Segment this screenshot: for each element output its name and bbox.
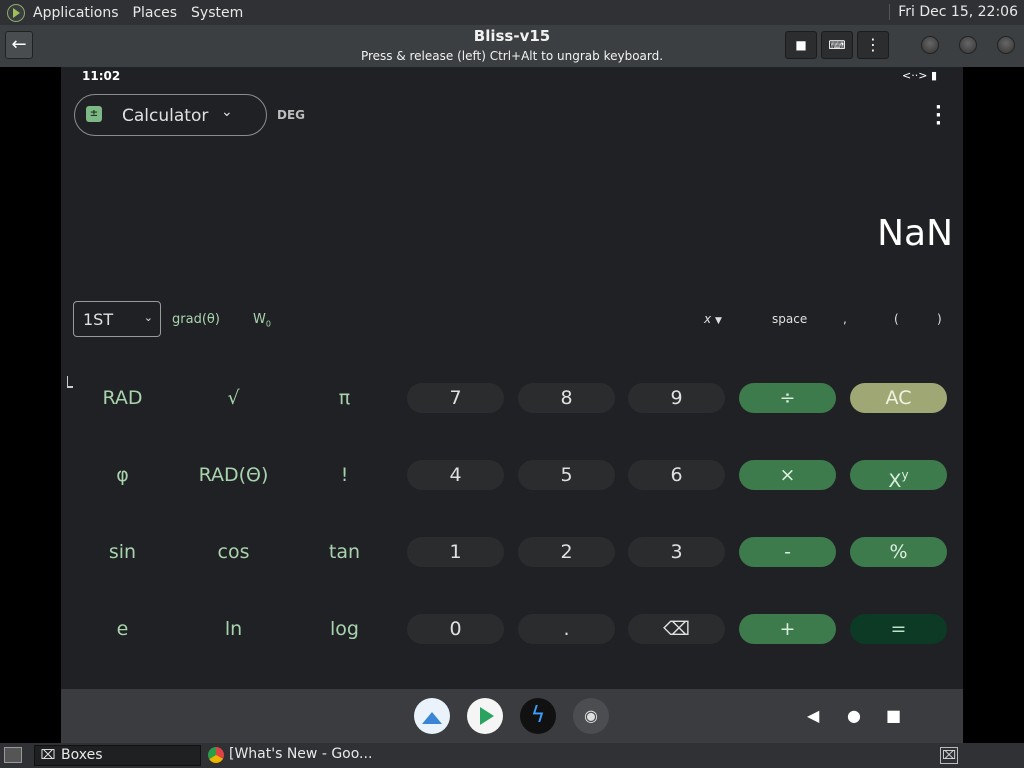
- open-paren-button[interactable]: (: [894, 312, 899, 326]
- power-exponent: y: [901, 468, 909, 482]
- minimize-button[interactable]: [921, 36, 939, 54]
- key-4[interactable]: 4: [407, 460, 504, 490]
- plus-key[interactable]: +: [739, 614, 836, 644]
- calculator-icon: ±: [86, 106, 102, 122]
- key-3[interactable]: 3: [628, 537, 725, 567]
- key-1[interactable]: 1: [407, 537, 504, 567]
- grad-function-button[interactable]: grad(θ): [172, 312, 220, 327]
- function-page-value: 1ST: [83, 310, 114, 329]
- android-screen: 11:02 <··> ▮ ± Calculator ⌄ DEG · · · NaN …: [61, 67, 963, 743]
- ln-key[interactable]: ln: [185, 614, 282, 644]
- chrome-icon: [208, 747, 224, 763]
- system-menu[interactable]: System: [191, 5, 243, 21]
- text-cursor-icon: [67, 376, 73, 388]
- power-key[interactable]: Xy: [850, 460, 947, 492]
- sqrt-key[interactable]: √: [185, 383, 282, 413]
- variable-x-label: x: [704, 312, 712, 326]
- sin-key[interactable]: sin: [74, 537, 171, 567]
- menu-button[interactable]: ⋮: [857, 31, 889, 59]
- status-bar: 11:02 <··> ▮: [61, 67, 963, 87]
- battery-icon: ▮: [930, 69, 937, 82]
- task-chrome[interactable]: [What's New - Goo...: [203, 745, 393, 766]
- boxes-icon: ⌧: [40, 748, 56, 763]
- function-page-select[interactable]: 1ST ⌄: [73, 301, 161, 337]
- keyboard-button[interactable]: ⌨: [821, 31, 853, 59]
- key-5[interactable]: 5: [518, 460, 615, 490]
- tan-key[interactable]: tan: [296, 537, 393, 567]
- result-display: NaN: [877, 213, 953, 254]
- variable-x-button[interactable]: x ▼: [704, 312, 722, 326]
- nav-back-icon[interactable]: ◀: [807, 707, 819, 725]
- lambert-w-button[interactable]: W0: [253, 312, 271, 329]
- lambert-w-label: W: [253, 312, 266, 327]
- key-0[interactable]: 0: [407, 614, 504, 644]
- lambert-w-subscript: 0: [265, 319, 271, 329]
- tray-boxes-icon[interactable]: ⌧: [940, 747, 958, 764]
- show-desktop-icon[interactable]: [4, 747, 22, 763]
- app-name: Calculator: [122, 106, 209, 126]
- status-time: 11:02: [82, 69, 121, 83]
- key-6[interactable]: 6: [628, 460, 725, 490]
- lightning-app-icon[interactable]: ϟ: [520, 698, 556, 734]
- camera-app-icon[interactable]: ◉: [573, 698, 609, 734]
- decimal-key[interactable]: .: [518, 614, 615, 644]
- all-clear-key[interactable]: AC: [850, 383, 947, 413]
- e-key[interactable]: e: [74, 614, 171, 644]
- angle-mode-indicator: DEG: [277, 108, 306, 122]
- photos-app-icon[interactable]: [414, 698, 450, 734]
- stop-icon: ■: [795, 38, 807, 52]
- key-9[interactable]: 9: [628, 383, 725, 413]
- pi-key[interactable]: π: [296, 383, 393, 413]
- task-chrome-label: [What's New - Goo...: [229, 746, 373, 762]
- cos-key[interactable]: cos: [185, 537, 282, 567]
- applications-menu[interactable]: Applications: [33, 5, 119, 21]
- keyboard-icon: ⌨: [828, 38, 846, 52]
- equals-key[interactable]: =: [850, 614, 947, 644]
- vertical-dots-icon: ⋮: [865, 35, 881, 54]
- space-button[interactable]: space: [772, 312, 807, 326]
- nav-home-icon[interactable]: ●: [847, 707, 861, 725]
- key-2[interactable]: 2: [518, 537, 615, 567]
- chevron-down-icon: ⌄: [143, 311, 153, 324]
- power-base: X: [888, 470, 902, 492]
- factorial-key[interactable]: !: [296, 460, 393, 490]
- mate-menu-icon[interactable]: [7, 3, 25, 22]
- navigation-bar: ϟ ◉ ◀ ● ■: [61, 689, 963, 743]
- places-menu[interactable]: Places: [133, 5, 178, 21]
- backspace-icon: ⌫: [663, 618, 690, 640]
- task-boxes-label: Boxes: [61, 747, 103, 763]
- ethernet-icon: <··>: [902, 69, 928, 82]
- caret-down-icon: ▼: [714, 316, 722, 326]
- panel-clock[interactable]: Fri Dec 15, 22:06: [889, 4, 1018, 20]
- minus-key[interactable]: -: [739, 537, 836, 567]
- overflow-menu-icon[interactable]: · · ·: [935, 99, 942, 133]
- phi-key[interactable]: φ: [74, 460, 171, 490]
- divide-key[interactable]: ÷: [739, 383, 836, 413]
- close-button[interactable]: [997, 36, 1015, 54]
- maximize-button[interactable]: [959, 36, 977, 54]
- close-paren-button[interactable]: ): [937, 312, 942, 326]
- key-7[interactable]: 7: [407, 383, 504, 413]
- key-8[interactable]: 8: [518, 383, 615, 413]
- top-panel: Applications Places System Fri Dec 15, 2…: [0, 0, 1024, 25]
- task-boxes[interactable]: ⌧ Boxes: [34, 745, 201, 766]
- backspace-key[interactable]: ⌫: [628, 614, 725, 644]
- app-switcher-chip[interactable]: ± Calculator ⌄: [74, 94, 267, 136]
- chevron-down-icon: ⌄: [221, 104, 233, 120]
- rad-theta-key[interactable]: RAD(Θ): [185, 460, 282, 490]
- window-header: ← Bliss-v15 Press & release (left) Ctrl+…: [0, 25, 1024, 67]
- nav-recents-icon[interactable]: ■: [886, 707, 901, 725]
- stop-button[interactable]: ■: [785, 31, 817, 59]
- log-key[interactable]: log: [296, 614, 393, 644]
- rad-key[interactable]: RAD: [74, 383, 171, 413]
- play-store-icon[interactable]: [467, 698, 503, 734]
- comma-button[interactable]: ,: [843, 312, 847, 326]
- percent-key[interactable]: %: [850, 537, 947, 567]
- multiply-key[interactable]: ×: [739, 460, 836, 490]
- status-icons: <··> ▮: [902, 69, 937, 82]
- taskbar: ⌧ Boxes [What's New - Goo... ⌧: [0, 743, 1024, 768]
